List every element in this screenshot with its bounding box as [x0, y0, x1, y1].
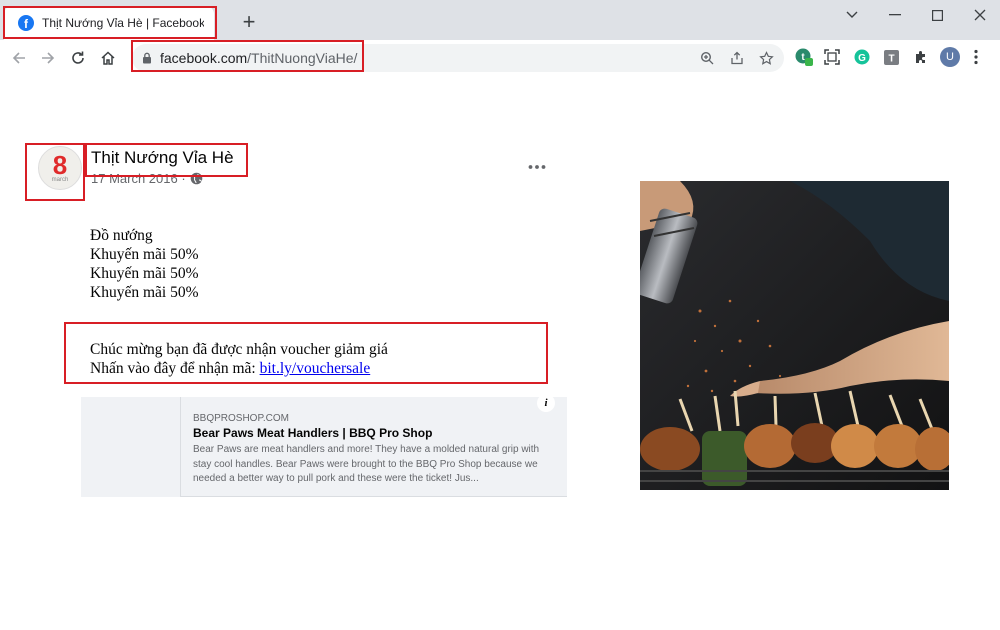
url-text: facebook.com/ThitNuongViaHe/ — [160, 50, 357, 66]
close-icon — [974, 9, 986, 21]
voucher-message: Chúc mừng bạn đã được nhận voucher giảm … — [90, 341, 388, 358]
link-preview-card[interactable]: BBQPROSHOP.COM Bear Paws Meat Handlers |… — [81, 397, 567, 497]
screenshot-button[interactable] — [822, 47, 842, 67]
close-window-button[interactable] — [965, 6, 995, 24]
bookmark-button[interactable] — [757, 49, 775, 67]
share-icon — [731, 51, 743, 65]
zoom-button[interactable] — [698, 49, 716, 67]
browser-toolbar: facebook.com/ThitNuongViaHe/ — [0, 40, 1000, 76]
page-name-link[interactable]: Thịt Nướng Vỉa Hè — [91, 148, 234, 168]
voucher-link-prefix: Nhấn vào đây để nhận mã: — [90, 360, 260, 377]
page-avatar[interactable]: 8 march — [38, 146, 82, 190]
more-vertical-icon — [974, 49, 978, 65]
star-icon — [758, 50, 774, 65]
text-extension-button[interactable]: T — [881, 47, 901, 67]
maximize-button[interactable] — [922, 6, 952, 24]
grammar-extension-button[interactable]: t — [794, 47, 814, 67]
profile-button[interactable]: U — [940, 47, 960, 67]
link-preview-domain: BBQPROSHOP.COM — [193, 413, 289, 424]
screenshot-icon — [824, 49, 840, 65]
url-path: /ThitNuongViaHe/ — [247, 50, 358, 66]
menu-button[interactable] — [966, 47, 986, 67]
arrow-right-icon — [42, 52, 55, 64]
grilled-skewers-image — [640, 181, 949, 490]
avatar: U — [940, 47, 960, 67]
forward-button[interactable] — [37, 47, 59, 69]
extensions-button[interactable] — [911, 47, 931, 67]
post-photo[interactable] — [640, 181, 949, 490]
share-button[interactable] — [728, 49, 746, 67]
link-preview-title[interactable]: Bear Paws Meat Handlers | BBQ Pro Shop — [193, 426, 432, 440]
facebook-icon: f — [18, 15, 34, 31]
text-extension-icon: T — [883, 49, 899, 65]
back-button[interactable] — [8, 47, 30, 69]
post-line: Khuyến mãi 50% — [90, 265, 199, 282]
post-date[interactable]: 17 March 2016 · — [91, 171, 186, 186]
puzzle-icon — [916, 51, 925, 63]
post-line: Đồ nướng — [90, 227, 153, 244]
voucher-link-line: Nhấn vào đây để nhận mã: bit.ly/vouchers… — [90, 359, 388, 378]
arrow-left-icon — [12, 52, 25, 64]
grammarly-icon: G — [854, 49, 870, 65]
maximize-icon — [931, 9, 943, 21]
post-line: Khuyến mãi 50% — [90, 284, 199, 301]
link-preview-thumbnail — [81, 397, 181, 497]
svg-text:T: T — [888, 53, 894, 64]
address-bar[interactable]: facebook.com/ThitNuongViaHe/ — [132, 44, 784, 72]
grammarly-button[interactable]: G — [852, 47, 872, 67]
url-domain: facebook.com — [160, 50, 248, 66]
info-icon[interactable]: i — [537, 394, 555, 412]
post-text: Đồ nướng Khuyến mãi 50% Khuyến mãi 50% K… — [90, 226, 388, 378]
globe-icon[interactable] — [190, 172, 203, 185]
avatar-number: 8 — [52, 149, 68, 180]
home-icon — [101, 51, 115, 65]
home-button[interactable] — [97, 47, 119, 69]
link-preview-description: Bear Paws are meat handlers and more! Th… — [193, 444, 540, 485]
reload-icon — [72, 51, 84, 64]
post-line: Khuyến mãi 50% — [90, 246, 199, 263]
avatar-word: march — [51, 176, 69, 183]
browser-tab[interactable]: f Thịt Nướng Vỉa Hè | Facebook — [4, 6, 214, 40]
lock-icon[interactable] — [140, 51, 154, 65]
zoom-icon — [700, 51, 714, 65]
new-tab-button[interactable]: + — [238, 11, 260, 33]
grammar-extension-icon: t — [795, 48, 813, 66]
tab-title: Thịt Nướng Vỉa Hè | Facebook — [42, 16, 204, 30]
post-options-button[interactable] — [524, 157, 550, 177]
more-horizontal-icon — [528, 165, 546, 169]
svg-text:G: G — [858, 53, 866, 64]
reload-button[interactable] — [67, 47, 89, 69]
post-meta: 17 March 2016 · — [91, 171, 203, 186]
tab-strip: f Thịt Nướng Vỉa Hè | Facebook + — [0, 0, 1000, 40]
voucher-link[interactable]: bit.ly/vouchersale — [260, 360, 371, 377]
tab-search-button[interactable] — [837, 6, 867, 24]
chevron-down-icon — [846, 11, 858, 18]
minimize-button[interactable] — [880, 6, 910, 24]
minimize-icon — [889, 14, 901, 16]
